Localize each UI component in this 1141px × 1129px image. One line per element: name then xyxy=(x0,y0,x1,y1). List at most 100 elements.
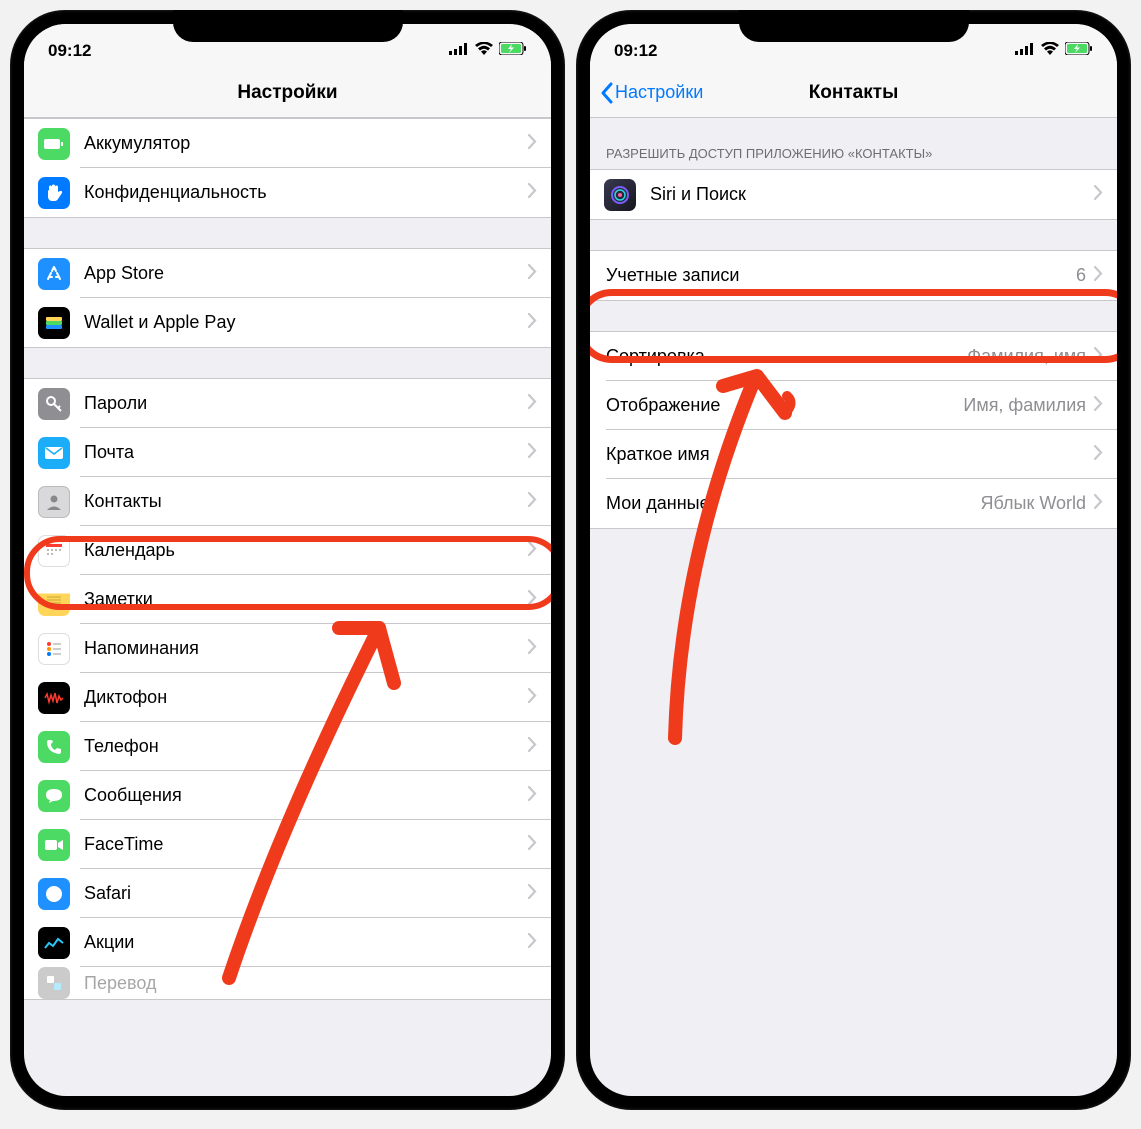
row-stocks[interactable]: Акции xyxy=(24,918,551,967)
chevron-right-icon xyxy=(528,590,537,610)
chevron-right-icon xyxy=(528,394,537,414)
row-display[interactable]: Отображение Имя, фамилия xyxy=(590,381,1117,430)
chevron-left-icon xyxy=(600,82,613,104)
row-label: Напоминания xyxy=(84,638,528,659)
contacts-icon xyxy=(38,486,70,518)
chevron-right-icon xyxy=(1094,185,1103,205)
row-mydata[interactable]: Мои данные Яблык World xyxy=(590,479,1117,528)
wifi-icon xyxy=(475,42,493,60)
row-shortname[interactable]: Краткое имя xyxy=(590,430,1117,479)
row-label: Почта xyxy=(84,442,528,463)
row-label: Календарь xyxy=(84,540,528,561)
wifi-icon xyxy=(1041,42,1059,60)
row-label: Сообщения xyxy=(84,785,528,806)
settings-group-1: Аккумулятор Конфиденциальность xyxy=(24,118,551,218)
row-label: Wallet и Apple Pay xyxy=(84,312,528,333)
group-header: Разрешить доступ приложению «Контакты» xyxy=(590,118,1117,169)
chevron-right-icon xyxy=(1094,347,1103,367)
screen-left: 09:12 Настройки Аккумулятор Конфиденциа xyxy=(24,24,551,1096)
row-mail[interactable]: Почта xyxy=(24,428,551,477)
appstore-icon xyxy=(38,258,70,290)
calendar-icon xyxy=(38,535,70,567)
row-value: Имя, фамилия xyxy=(963,395,1086,416)
safari-icon xyxy=(38,878,70,910)
status-time: 09:12 xyxy=(614,31,657,61)
contacts-group-3: Сортировка Фамилия, имя Отображение Имя,… xyxy=(590,331,1117,529)
battery-charging-icon xyxy=(499,42,527,60)
settings-content[interactable]: Аккумулятор Конфиденциальность App Store xyxy=(24,118,551,1096)
translate-icon xyxy=(38,967,70,999)
back-button[interactable]: Настройки xyxy=(600,82,703,104)
row-label: Сортировка xyxy=(606,346,967,367)
chevron-right-icon xyxy=(528,264,537,284)
row-value: 6 xyxy=(1076,265,1086,286)
chevron-right-icon xyxy=(528,443,537,463)
row-label: Контакты xyxy=(84,491,528,512)
row-passwords[interactable]: Пароли xyxy=(24,379,551,428)
settings-group-3: Пароли Почта Контакты Календарь xyxy=(24,378,551,1000)
row-label: Перевод xyxy=(84,973,551,994)
voicememo-icon xyxy=(38,682,70,714)
chevron-right-icon xyxy=(528,639,537,659)
page-title: Контакты xyxy=(809,82,899,104)
chevron-right-icon xyxy=(528,183,537,203)
row-calendar[interactable]: Календарь xyxy=(24,526,551,575)
row-label: App Store xyxy=(84,263,528,284)
wallet-icon xyxy=(38,307,70,339)
row-label: Конфиденциальность xyxy=(84,182,528,203)
row-label: Аккумулятор xyxy=(84,133,528,154)
row-battery[interactable]: Аккумулятор xyxy=(24,119,551,168)
battery-icon xyxy=(38,128,70,160)
siri-icon xyxy=(604,179,636,211)
row-accounts[interactable]: Учетные записи 6 xyxy=(590,251,1117,300)
row-label: Safari xyxy=(84,883,528,904)
phone-icon xyxy=(38,731,70,763)
row-notes[interactable]: Заметки xyxy=(24,575,551,624)
status-time: 09:12 xyxy=(48,31,91,61)
row-label: Отображение xyxy=(606,395,963,416)
hand-icon xyxy=(38,177,70,209)
row-messages[interactable]: Сообщения xyxy=(24,771,551,820)
row-phone[interactable]: Телефон xyxy=(24,722,551,771)
chevron-right-icon xyxy=(528,737,537,757)
row-label: FaceTime xyxy=(84,834,528,855)
chevron-right-icon xyxy=(528,541,537,561)
chevron-right-icon xyxy=(528,134,537,154)
row-privacy[interactable]: Конфиденциальность xyxy=(24,168,551,217)
chevron-right-icon xyxy=(1094,494,1103,514)
row-siri[interactable]: Siri и Поиск xyxy=(590,170,1117,219)
row-sort[interactable]: Сортировка Фамилия, имя xyxy=(590,332,1117,381)
row-voicememo[interactable]: Диктофон xyxy=(24,673,551,722)
row-appstore[interactable]: App Store xyxy=(24,249,551,298)
page-title: Настройки xyxy=(237,82,337,104)
phone-left: 09:12 Настройки Аккумулятор Конфиденциа xyxy=(10,10,565,1110)
contacts-settings-content[interactable]: Разрешить доступ приложению «Контакты» S… xyxy=(590,118,1117,1096)
nav-bar: Настройки Контакты xyxy=(590,68,1117,118)
row-wallet[interactable]: Wallet и Apple Pay xyxy=(24,298,551,347)
settings-group-2: App Store Wallet и Apple Pay xyxy=(24,248,551,348)
notes-icon xyxy=(38,584,70,616)
stocks-icon xyxy=(38,927,70,959)
messages-icon xyxy=(38,780,70,812)
row-facetime[interactable]: FaceTime xyxy=(24,820,551,869)
chevron-right-icon xyxy=(1094,445,1103,465)
battery-charging-icon xyxy=(1065,42,1093,60)
reminders-icon xyxy=(38,633,70,665)
chevron-right-icon xyxy=(528,688,537,708)
chevron-right-icon xyxy=(528,786,537,806)
cellular-icon xyxy=(449,42,469,60)
row-contacts[interactable]: Контакты xyxy=(24,477,551,526)
chevron-right-icon xyxy=(528,884,537,904)
row-reminders[interactable]: Напоминания xyxy=(24,624,551,673)
nav-bar: Настройки xyxy=(24,68,551,118)
status-icons xyxy=(1015,32,1093,60)
back-label: Настройки xyxy=(615,82,703,103)
row-translate[interactable]: Перевод xyxy=(24,967,551,999)
phone-right: 09:12 Настройки Контакты Разрешить досту… xyxy=(576,10,1131,1110)
row-label: Краткое имя xyxy=(606,444,1094,465)
facetime-icon xyxy=(38,829,70,861)
row-label: Siri и Поиск xyxy=(650,184,1094,205)
row-label: Акции xyxy=(84,932,528,953)
row-safari[interactable]: Safari xyxy=(24,869,551,918)
mail-icon xyxy=(38,437,70,469)
